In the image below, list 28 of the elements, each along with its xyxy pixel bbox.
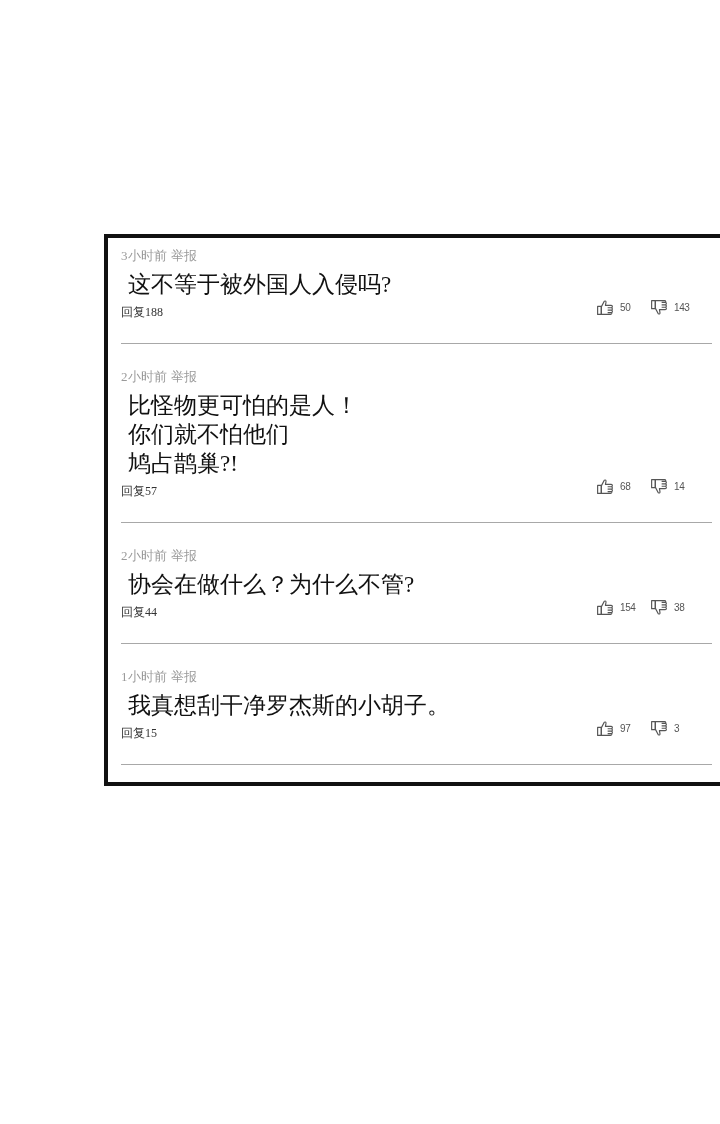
dislike-button[interactable]: 3 [651,720,680,737]
timestamp: 2小时前 [121,369,167,385]
thumbs-up-icon [597,599,613,616]
comment-text: 这不等于被外国人入侵吗? [128,271,393,299]
reply-link[interactable]: 回复188 [121,304,163,320]
thumbs-up-icon [597,720,613,737]
like-button[interactable]: 97 [597,720,631,737]
thumbs-up-icon [597,299,613,316]
dislike-button[interactable]: 143 [651,299,690,316]
dislike-button[interactable]: 14 [651,478,685,495]
comment-text: 比怪物更可怕的是人！ 你们就不怕他们 鸠占鹊巢?! [128,392,359,478]
dislike-button[interactable]: 38 [651,599,685,616]
thumbs-down-icon [651,478,667,495]
thumbs-down-icon [651,299,667,316]
comment-text: 我真想刮干净罗杰斯的小胡子。 [128,692,451,720]
timestamp: 1小时前 [121,669,167,685]
reply-link[interactable]: 回复44 [121,604,157,620]
like-button[interactable]: 50 [597,299,631,316]
comment-text: 协会在做什么？为什么不管? [128,571,416,599]
thumbs-down-icon [651,599,667,616]
reply-link[interactable]: 回复57 [121,483,157,499]
thumbs-up-icon [597,478,613,495]
like-button[interactable]: 68 [597,478,631,495]
timestamp: 3小时前 [121,248,167,264]
reply-link[interactable]: 回复15 [121,725,157,741]
thumbs-down-icon [651,720,667,737]
timestamp: 2小时前 [121,548,167,564]
like-button[interactable]: 154 [597,599,636,616]
